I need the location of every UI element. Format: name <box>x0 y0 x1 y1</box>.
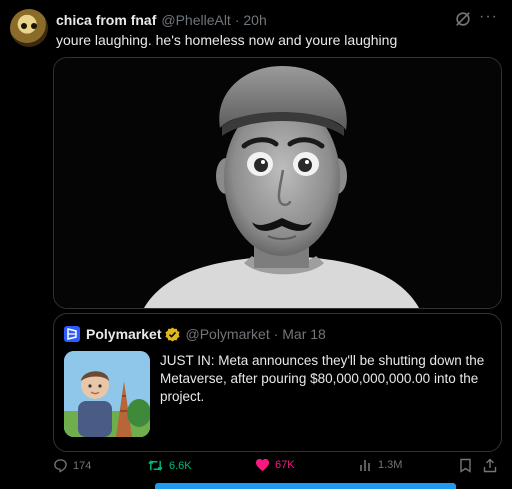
bottom-action-bar[interactable] <box>155 483 456 489</box>
bookmark-button[interactable] <box>459 458 477 473</box>
media-face-illustration <box>54 58 501 308</box>
post-time[interactable]: · 20h <box>235 12 267 28</box>
views-button[interactable]: 1.3M <box>359 458 402 472</box>
like-count: 67K <box>275 459 295 471</box>
quote-time[interactable]: · Mar 18 <box>274 326 326 342</box>
share-icon <box>483 458 497 473</box>
quote-author-name[interactable]: Polymarket <box>86 326 161 342</box>
thumbnail-avatar-illustration <box>64 351 150 437</box>
post-header: chica from fnaf @PhelleAlt · 20h ··· <box>56 8 502 30</box>
author-avatar[interactable] <box>10 9 48 47</box>
share-button[interactable] <box>483 458 502 473</box>
quote-text: JUST IN: Meta announces they'll be shutt… <box>160 353 485 404</box>
reply-icon <box>54 459 67 473</box>
views-count: 1.3M <box>378 459 403 471</box>
quote-header: Polymarket @Polymarket · Mar 18 <box>64 326 326 342</box>
more-options-icon[interactable]: ··· <box>479 8 498 26</box>
quote-author-handle[interactable]: @Polymarket <box>185 326 269 342</box>
reply-count: 174 <box>73 459 92 472</box>
repost-button[interactable]: 6.6K <box>147 458 192 473</box>
like-button[interactable]: 67K <box>255 458 295 472</box>
post-text: youre laughing. he's homeless now and yo… <box>56 32 398 48</box>
repost-count: 6.6K <box>169 459 192 472</box>
repost-icon <box>148 460 163 471</box>
quoted-post[interactable]: Polymarket @Polymarket · Mar 18 JUST IN:… <box>53 313 502 452</box>
author-name[interactable]: chica from fnaf <box>56 12 156 28</box>
views-chart-icon <box>360 460 370 471</box>
reply-button[interactable]: 174 <box>53 458 91 473</box>
heart-icon <box>255 458 270 472</box>
grok-icon[interactable] <box>454 10 472 28</box>
post-actions-bar: 174 6.6K 67K 1.3M <box>53 458 500 480</box>
verified-badge-icon <box>165 326 181 342</box>
post-media-image[interactable] <box>53 57 502 309</box>
author-handle[interactable]: @PhelleAlt <box>161 12 230 28</box>
quote-thumbnail-image[interactable] <box>64 351 150 437</box>
polymarket-logo-icon <box>64 326 80 342</box>
bookmark-icon <box>460 458 471 473</box>
